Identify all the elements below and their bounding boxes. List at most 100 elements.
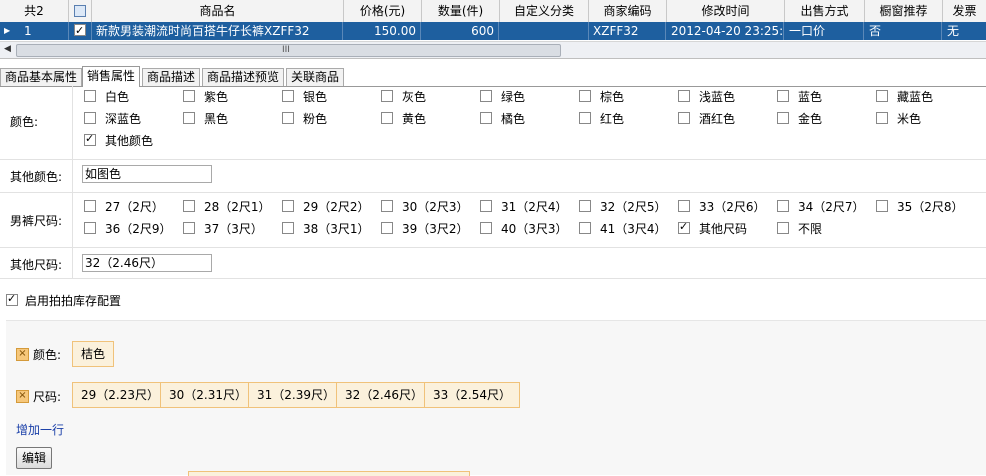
color-checkbox[interactable] xyxy=(84,112,96,124)
color-option[interactable]: 棕色 xyxy=(579,90,624,104)
paipai-color-chip[interactable]: 桔色 xyxy=(72,341,115,367)
col-header-modified[interactable]: 修改时间 xyxy=(667,0,785,22)
color-option[interactable]: 金色 xyxy=(777,112,822,126)
col-header-quantity[interactable]: 数量(件) xyxy=(422,0,500,22)
size-checkbox[interactable] xyxy=(183,200,195,212)
col-header-name[interactable]: 商品名 xyxy=(92,0,344,22)
color-checkbox[interactable] xyxy=(678,112,690,124)
color-option[interactable]: 绿色 xyxy=(480,90,525,104)
size-option[interactable]: 28（2尺1） xyxy=(183,200,271,214)
color-option[interactable]: 藏蓝色 xyxy=(876,90,933,104)
tab-description[interactable]: 商品描述 xyxy=(142,68,201,86)
tab-basic-attributes[interactable]: 商品基本属性 xyxy=(0,68,83,86)
color-checkbox[interactable] xyxy=(777,112,789,124)
paipai-size-chip[interactable]: 29（2.23尺） xyxy=(72,382,168,408)
color-checkbox[interactable] xyxy=(579,112,591,124)
size-checkbox[interactable] xyxy=(84,222,96,234)
grid-horizontal-scrollbar[interactable]: ◀ III xyxy=(0,41,986,58)
col-header-select-all[interactable] xyxy=(69,0,92,22)
size-checkbox[interactable] xyxy=(282,200,294,212)
color-checkbox[interactable] xyxy=(84,90,96,102)
color-option[interactable]: 灰色 xyxy=(381,90,426,104)
size-checkbox[interactable] xyxy=(381,200,393,212)
color-option[interactable]: 粉色 xyxy=(282,112,327,126)
size-checkbox[interactable] xyxy=(381,222,393,234)
color-option[interactable]: 橘色 xyxy=(480,112,525,126)
paipai-size-chip[interactable]: 32（2.46尺） xyxy=(336,382,432,408)
color-option[interactable]: 红色 xyxy=(579,112,624,126)
color-checkbox[interactable] xyxy=(579,90,591,102)
color-checkbox[interactable] xyxy=(381,90,393,102)
other-size-input[interactable]: 32（2.46尺） xyxy=(82,254,212,272)
paipai-enable-check[interactable] xyxy=(6,292,18,306)
color-checkbox[interactable] xyxy=(480,90,492,102)
size-checkbox[interactable] xyxy=(579,222,591,234)
remove-color-icon[interactable]: × xyxy=(16,348,29,361)
color-checkbox[interactable] xyxy=(678,90,690,102)
size-option[interactable]: 27（2尺） xyxy=(84,200,164,214)
size-option[interactable]: 40（3尺3） xyxy=(480,222,568,236)
scroll-left-icon[interactable]: ◀ xyxy=(4,44,11,54)
size-option[interactable]: 39（3尺2） xyxy=(381,222,469,236)
other-color-input[interactable]: 如图色 xyxy=(82,165,212,183)
tab-sales-attributes[interactable]: 销售属性 xyxy=(82,66,141,87)
size-option[interactable]: 36（2尺9） xyxy=(84,222,172,236)
color-option[interactable]: 紫色 xyxy=(183,90,228,104)
size-checkbox[interactable] xyxy=(480,222,492,234)
size-checkbox[interactable] xyxy=(678,220,690,234)
size-option[interactable]: 41（3尺4） xyxy=(579,222,667,236)
color-option[interactable]: 浅蓝色 xyxy=(678,90,735,104)
color-checkbox[interactable] xyxy=(282,112,294,124)
select-all-checkbox[interactable] xyxy=(74,5,86,17)
size-checkbox[interactable] xyxy=(480,200,492,212)
size-option[interactable]: 30（2尺3） xyxy=(381,200,469,214)
color-checkbox[interactable] xyxy=(183,112,195,124)
size-option[interactable]: 37（3尺） xyxy=(183,222,263,236)
color-option[interactable]: 黄色 xyxy=(381,112,426,126)
color-checkbox[interactable] xyxy=(84,132,96,146)
paipai-size-chip[interactable]: 33（2.54尺） xyxy=(424,382,520,408)
tab-related-products[interactable]: 关联商品 xyxy=(286,68,345,86)
color-checkbox[interactable] xyxy=(381,112,393,124)
col-header-window[interactable]: 橱窗推荐 xyxy=(865,0,943,22)
remove-size-icon[interactable]: × xyxy=(16,390,29,403)
size-option[interactable]: 其他尺码 xyxy=(678,220,747,236)
size-option[interactable]: 38（3尺1） xyxy=(282,222,370,236)
color-option[interactable]: 酒红色 xyxy=(678,112,735,126)
col-header-count[interactable]: 共2 xyxy=(0,0,69,22)
size-checkbox[interactable] xyxy=(84,200,96,212)
color-option[interactable]: 米色 xyxy=(876,112,921,126)
size-checkbox[interactable] xyxy=(183,222,195,234)
color-checkbox[interactable] xyxy=(183,90,195,102)
color-option[interactable]: 其他颜色 xyxy=(84,132,153,148)
color-option[interactable]: 蓝色 xyxy=(777,90,822,104)
size-checkbox[interactable] xyxy=(678,200,690,212)
size-checkbox[interactable] xyxy=(777,200,789,212)
size-checkbox[interactable] xyxy=(876,200,888,212)
size-option[interactable]: 35（2尺8） xyxy=(876,200,964,214)
size-checkbox[interactable] xyxy=(282,222,294,234)
color-checkbox[interactable] xyxy=(282,90,294,102)
size-option[interactable]: 34（2尺7） xyxy=(777,200,865,214)
tab-description-preview[interactable]: 商品描述预览 xyxy=(202,68,285,86)
color-option[interactable]: 银色 xyxy=(282,90,327,104)
size-checkbox[interactable] xyxy=(579,200,591,212)
size-option[interactable]: 29（2尺2） xyxy=(282,200,370,214)
paipai-size-chip[interactable]: 30（2.31尺） xyxy=(160,382,256,408)
row-select-cell[interactable] xyxy=(69,22,92,40)
col-header-price[interactable]: 价格(元) xyxy=(344,0,422,22)
color-checkbox[interactable] xyxy=(876,90,888,102)
size-option[interactable]: 31（2尺4） xyxy=(480,200,568,214)
color-option[interactable]: 黑色 xyxy=(183,112,228,126)
add-row-link[interactable]: 增加一行 xyxy=(16,421,64,438)
col-header-sale-method[interactable]: 出售方式 xyxy=(785,0,865,22)
table-row[interactable]: ▶ 1 新款男装潮流时尚百搭牛仔长裤XZFF32 150.00 600 XZFF… xyxy=(0,22,986,40)
color-checkbox[interactable] xyxy=(480,112,492,124)
color-option[interactable]: 深蓝色 xyxy=(84,112,141,126)
col-header-code[interactable]: 商家编码 xyxy=(589,0,667,22)
color-checkbox[interactable] xyxy=(777,90,789,102)
row-checkbox[interactable] xyxy=(74,22,86,40)
size-checkbox[interactable] xyxy=(777,222,789,234)
paipai-size-chip[interactable]: 31（2.39尺） xyxy=(248,382,344,408)
size-option[interactable]: 33（2尺6） xyxy=(678,200,766,214)
